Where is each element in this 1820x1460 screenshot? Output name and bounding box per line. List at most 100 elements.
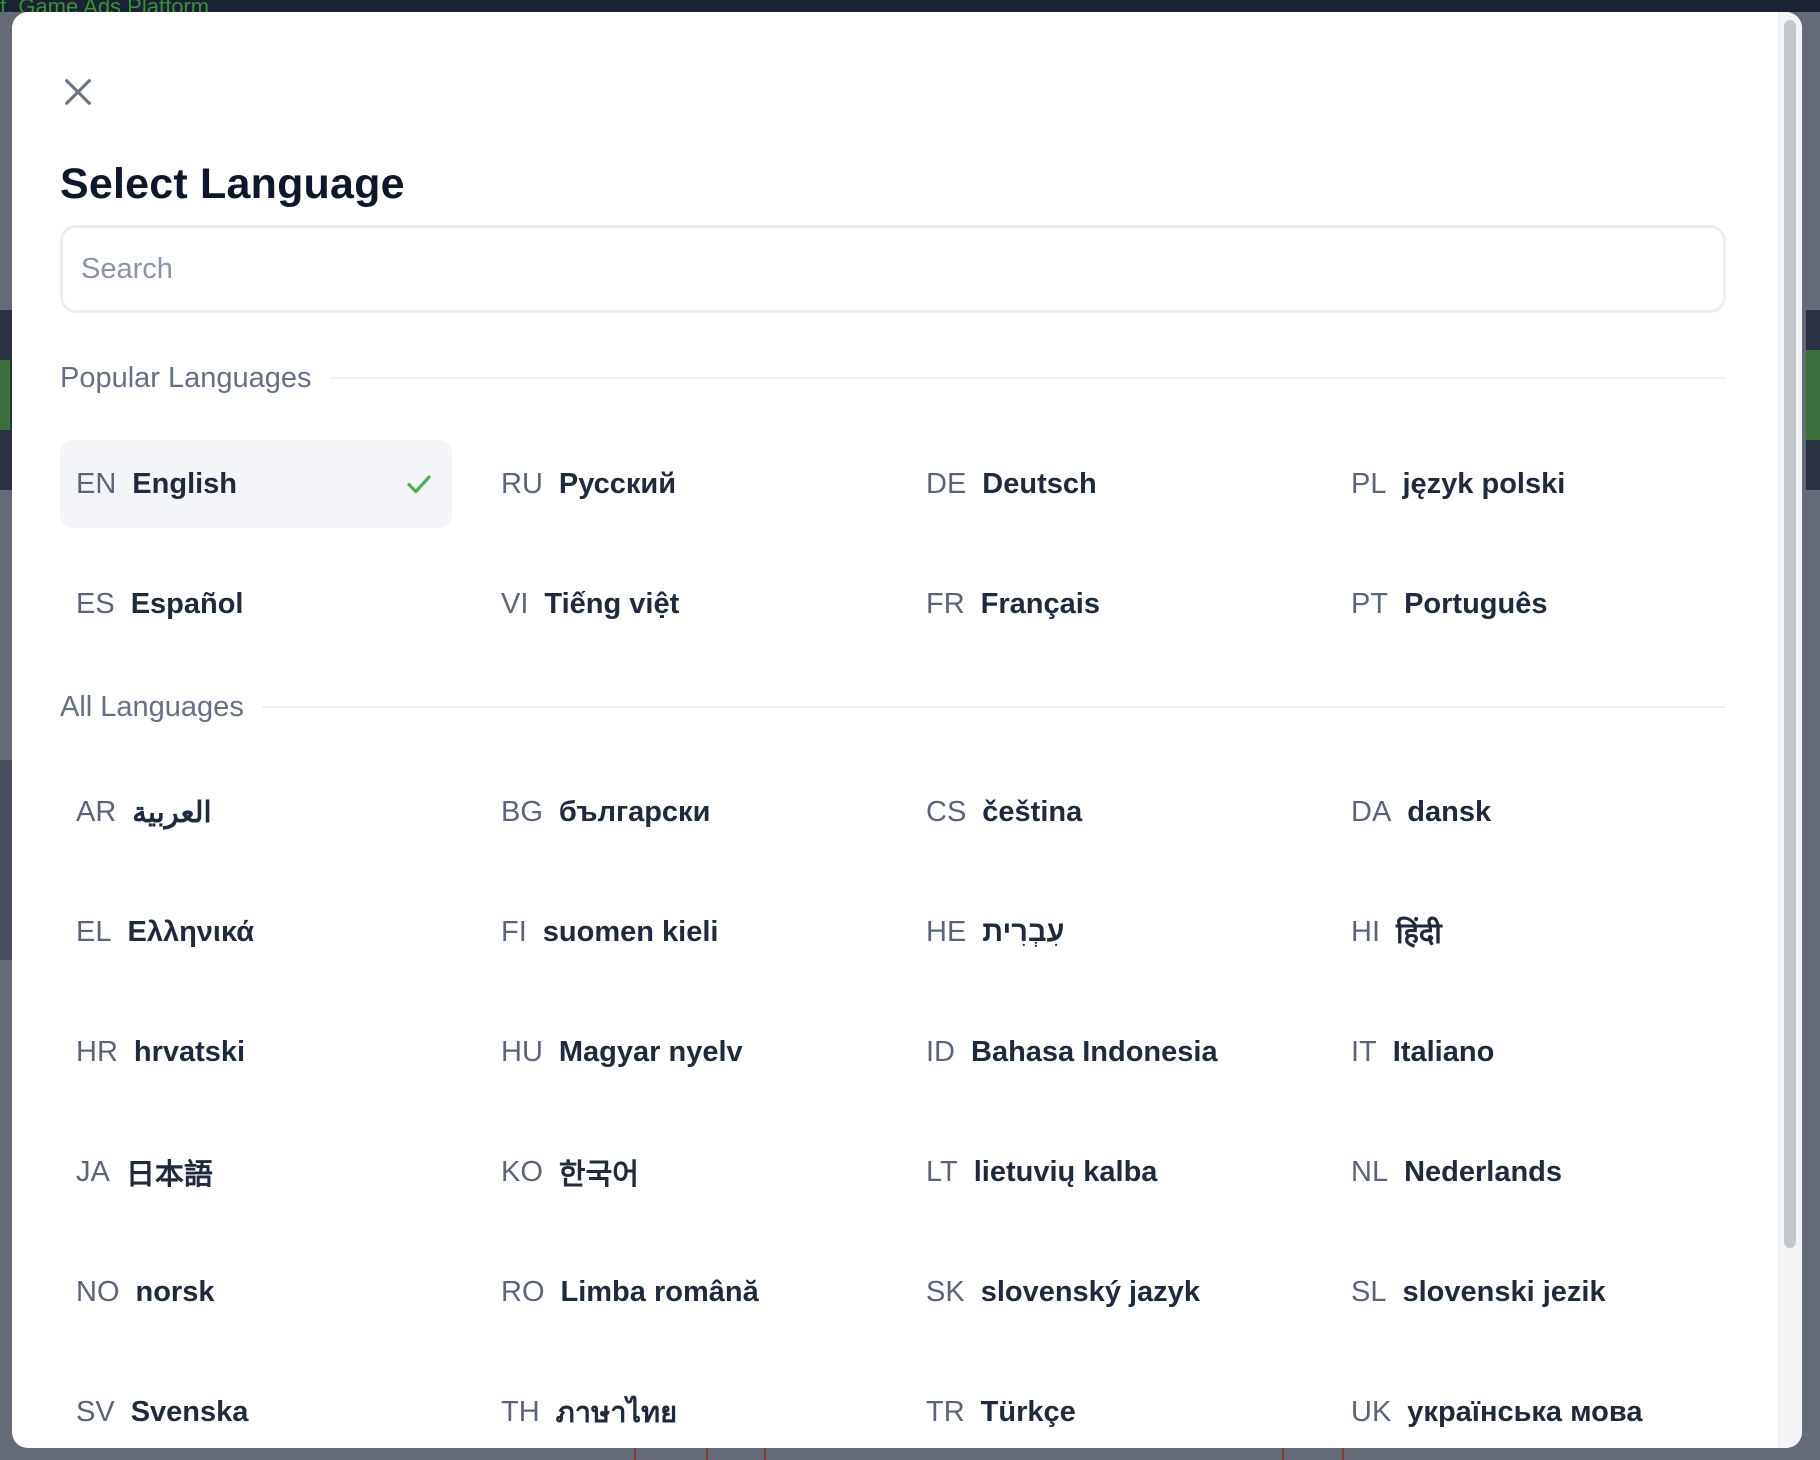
language-name: Deutsch <box>982 467 1097 500</box>
language-code: ID <box>926 1035 955 1068</box>
language-option-ko[interactable]: KO 한국어 <box>485 1128 877 1216</box>
language-name: Limba română <box>560 1275 759 1308</box>
language-modal: Select Language Popular Languages EN Engl… <box>12 12 1802 1448</box>
language-option-sv[interactable]: SV Svenska <box>60 1368 452 1448</box>
background-image-left <box>0 760 12 960</box>
language-code: AR <box>76 795 117 828</box>
section-divider <box>261 706 1726 708</box>
language-option-no[interactable]: NO norsk <box>60 1248 452 1336</box>
language-code: UK <box>1351 1395 1392 1428</box>
language-name: English <box>132 467 238 500</box>
popular-languages-header: Popular Languages <box>60 358 1726 398</box>
language-option-hi[interactable]: HI हिंदी <box>1335 888 1727 976</box>
language-option-fi[interactable]: FI suomen kieli <box>485 888 877 976</box>
language-option-vi[interactable]: VI Tiếng việt <box>485 560 877 648</box>
language-code: HU <box>501 1035 543 1068</box>
language-code: RU <box>501 467 543 500</box>
language-option-ar[interactable]: AR العربية <box>60 768 452 856</box>
modal-scrollbar[interactable] <box>1778 12 1802 1448</box>
language-option-sk[interactable]: SK slovenský jazyk <box>910 1248 1302 1336</box>
language-name: Italiano <box>1392 1035 1495 1068</box>
language-option-hr[interactable]: HR hrvatski <box>60 1008 452 1096</box>
close-icon <box>65 79 91 105</box>
language-name: العربية <box>132 796 212 829</box>
language-code: SL <box>1351 1275 1387 1308</box>
language-option-nl[interactable]: NL Nederlands <box>1335 1128 1727 1216</box>
language-name: lietuvių kalba <box>973 1155 1158 1188</box>
background-accent-right <box>1806 350 1820 440</box>
language-code: PT <box>1351 587 1389 620</box>
language-code: HR <box>76 1035 118 1068</box>
modal-title: Select Language <box>60 160 405 208</box>
language-code: CS <box>926 795 967 828</box>
language-option-pl[interactable]: PL język polski <box>1335 440 1727 528</box>
language-name: čeština <box>982 795 1083 828</box>
close-button[interactable] <box>56 70 100 114</box>
popular-languages-grid: EN English RU Русский DE Deutsch PL język polsk… <box>60 440 1726 648</box>
language-name: Português <box>1404 587 1548 620</box>
language-option-hu[interactable]: HU Magyar nyelv <box>485 1008 877 1096</box>
language-option-ro[interactable]: RO Limba română <box>485 1248 877 1336</box>
language-code: PL <box>1351 467 1387 500</box>
language-option-uk[interactable]: UK українська мова <box>1335 1368 1727 1448</box>
language-code: TH <box>501 1395 540 1428</box>
language-code: TR <box>926 1395 965 1428</box>
language-name: ภาษาไทย <box>555 1397 678 1429</box>
language-name: Nederlands <box>1404 1155 1563 1188</box>
language-name: dansk <box>1407 795 1492 828</box>
checkmark-icon <box>407 475 431 494</box>
language-name: українська мова <box>1407 1395 1643 1428</box>
language-name: Ελληνικά <box>127 915 255 948</box>
language-name: Svenska <box>130 1395 249 1428</box>
language-code: EN <box>76 467 117 500</box>
language-code: KO <box>501 1155 543 1188</box>
language-option-th[interactable]: TH ภาษาไทย <box>485 1368 877 1448</box>
language-option-es[interactable]: ES Español <box>60 560 452 648</box>
language-code: SV <box>76 1395 115 1428</box>
modal-scrollbar-thumb[interactable] <box>1784 20 1796 1248</box>
language-code: JA <box>76 1155 110 1188</box>
language-option-id[interactable]: ID Bahasa Indonesia <box>910 1008 1302 1096</box>
language-option-fr[interactable]: FR Français <box>910 560 1302 648</box>
language-code: DA <box>1351 795 1392 828</box>
language-name: norsk <box>135 1275 215 1308</box>
language-name: Bahasa Indonesia <box>971 1035 1218 1068</box>
language-name: Español <box>130 587 244 620</box>
language-option-pt[interactable]: PT Português <box>1335 560 1727 648</box>
language-option-lt[interactable]: LT lietuvių kalba <box>910 1128 1302 1216</box>
language-code: LT <box>926 1155 958 1188</box>
language-option-bg[interactable]: BG български <box>485 768 877 856</box>
language-option-he[interactable]: HE עִבְרִית <box>910 888 1302 976</box>
search-input[interactable] <box>60 225 1726 313</box>
language-name: hrvatski <box>133 1035 246 1068</box>
language-code: VI <box>501 587 529 620</box>
language-option-da[interactable]: DA dansk <box>1335 768 1727 856</box>
language-option-el[interactable]: EL Ελληνικά <box>60 888 452 976</box>
language-name: slovenský jazyk <box>980 1275 1200 1308</box>
language-code: SK <box>926 1275 965 1308</box>
background-top-bar: f. Game Ads Platform <box>0 0 1820 12</box>
language-code: BG <box>501 795 543 828</box>
language-option-tr[interactable]: TR Türkçe <box>910 1368 1302 1448</box>
language-option-it[interactable]: IT Italiano <box>1335 1008 1727 1096</box>
language-code: FR <box>926 587 965 620</box>
language-option-ja[interactable]: JA 日本語 <box>60 1128 452 1216</box>
language-code: ES <box>76 587 115 620</box>
language-option-ru[interactable]: RU Русский <box>485 440 877 528</box>
language-code: HI <box>1351 915 1380 948</box>
language-name: български <box>558 795 711 828</box>
language-code: EL <box>76 915 112 948</box>
all-languages-header: All Languages <box>60 687 1726 727</box>
language-option-en[interactable]: EN English <box>60 440 452 528</box>
all-languages-label: All Languages <box>60 690 244 723</box>
language-option-de[interactable]: DE Deutsch <box>910 440 1302 528</box>
section-divider <box>329 377 1726 379</box>
language-name: Magyar nyelv <box>558 1035 743 1068</box>
background-accent-left <box>0 360 10 430</box>
all-languages-grid: AR العربية BG български CS čeština DA dansk EL Ελ… <box>60 768 1726 1448</box>
language-name: हिंदी <box>1396 917 1442 950</box>
language-option-sl[interactable]: SL slovenski jezik <box>1335 1248 1727 1336</box>
language-option-cs[interactable]: CS čeština <box>910 768 1302 856</box>
language-name: slovenski jezik <box>1402 1275 1606 1308</box>
popular-languages-label: Popular Languages <box>60 361 312 394</box>
